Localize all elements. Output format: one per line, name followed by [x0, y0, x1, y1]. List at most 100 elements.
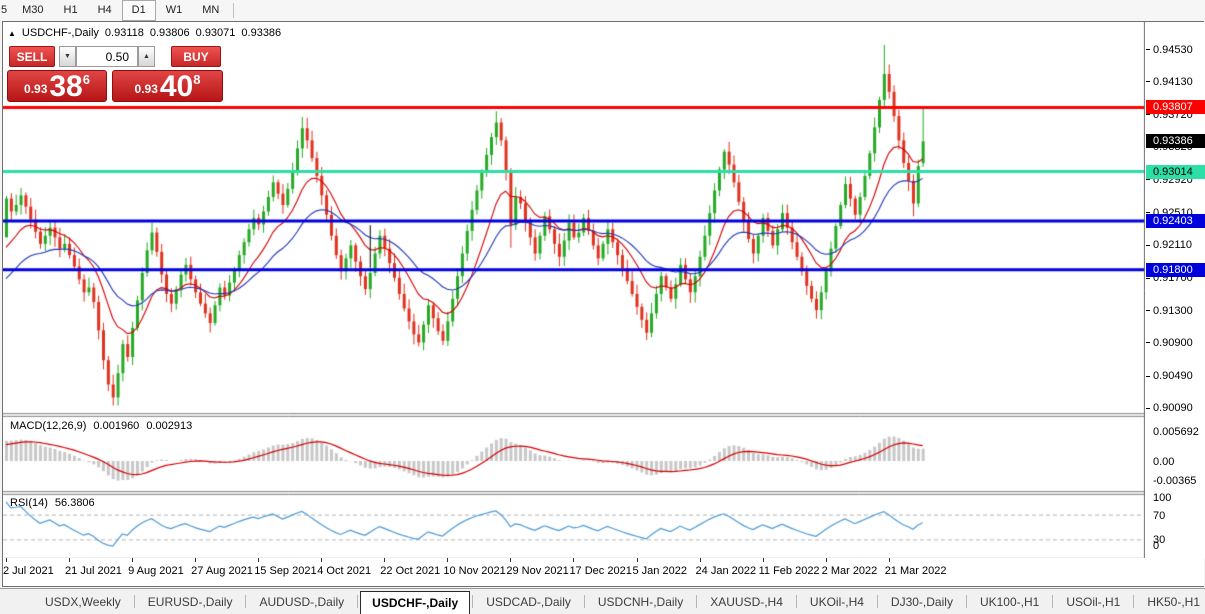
price-level-badge: 0.93014	[1146, 165, 1205, 179]
rsi-name: RSI(14)	[10, 497, 48, 509]
date-tick	[826, 558, 827, 562]
timeframe-button-mn[interactable]: MN	[192, 0, 229, 21]
macd-value: 0.001960	[93, 420, 139, 432]
tab-separator	[1133, 595, 1134, 608]
one-click-trading-panel: SELL ▼ ▲ BUY 0.93 38 6 0.93 40 8	[7, 44, 223, 102]
date-tick	[258, 558, 259, 562]
date-tick	[447, 558, 448, 562]
volume-decrease-button[interactable]: ▼	[59, 46, 76, 67]
tab-separator	[584, 595, 585, 608]
rsi-scale-tick: 70	[1153, 510, 1165, 522]
buy-price-display[interactable]: 0.93 40 8	[112, 70, 223, 102]
price-axis[interactable]: 0.945300.941300.937200.933200.929200.925…	[1146, 22, 1205, 558]
timeframe-button-d1[interactable]: D1	[122, 0, 156, 21]
tab-separator	[877, 595, 878, 608]
sell-price-display[interactable]: 0.93 38 6	[7, 70, 107, 102]
chart-tab-uk100[interactable]: UK100-,H1	[969, 592, 1050, 612]
ohlc-close: 0.93386	[241, 27, 281, 39]
chart-tab-usdx[interactable]: USDX,Weekly	[34, 592, 132, 612]
price-tick: 0.92110	[1146, 240, 1192, 251]
date-label: 10 Nov 2021	[443, 565, 505, 577]
mt4-window: 5M30H1H4D1W1MN ▲ USDCHF-,Daily 0.93118 0…	[0, 0, 1205, 614]
ohlc-high: 0.93806	[150, 27, 190, 39]
date-label: 4 Oct 2021	[317, 565, 371, 577]
chart-tab-ukoil[interactable]: UKOil-,H4	[799, 592, 875, 612]
date-tick	[573, 558, 574, 562]
price-tick: 0.90900	[1146, 337, 1193, 348]
date-label: 22 Oct 2021	[380, 565, 440, 577]
chart-tab-hk50[interactable]: HK50-,H1	[1136, 592, 1205, 612]
macd-scale-tick: 0.005692	[1153, 426, 1199, 438]
chart-tab-xauusd[interactable]: XAUUSD-,H4	[699, 592, 794, 612]
tab-separator	[966, 595, 967, 608]
ohlc-open: 0.93118	[105, 27, 144, 39]
sell-price-big: 38	[49, 73, 82, 100]
date-label: 29 Nov 2021	[506, 565, 568, 577]
sell-price-pip: 6	[83, 72, 90, 87]
date-tick	[889, 558, 890, 562]
date-tick	[69, 558, 70, 562]
volume-input[interactable]	[76, 46, 138, 67]
price-tick: 0.94130	[1146, 76, 1193, 87]
date-tick	[321, 558, 322, 562]
chart-tab-usdcnh[interactable]: USDCNH-,Daily	[587, 592, 694, 612]
date-label: 17 Dec 2021	[569, 565, 631, 577]
ohlc-low: 0.93071	[196, 27, 236, 39]
tab-separator	[796, 595, 797, 608]
date-tick	[195, 558, 196, 562]
date-tick	[637, 558, 638, 562]
buy-price-big: 40	[160, 73, 193, 100]
price-level-badge: 0.93386	[1146, 134, 1205, 148]
tab-separator	[134, 595, 135, 608]
timeframe-button-m30[interactable]: M30	[12, 0, 53, 21]
date-label: 21 Mar 2022	[885, 565, 947, 577]
volume-increase-button[interactable]: ▲	[138, 46, 155, 67]
date-label: 2 Mar 2022	[822, 565, 878, 577]
spin-down-icon: ▼	[64, 53, 71, 60]
buy-button[interactable]: BUY	[171, 46, 221, 67]
timeframe-toolbar: 5M30H1H4D1W1MN	[0, 0, 1205, 21]
chart-tab-usdchf[interactable]: USDCHF-,Daily	[360, 591, 470, 614]
macd-indicator-label: MACD(12,26,9) 0.001960 0.002913	[10, 420, 192, 432]
date-label: 15 Sep 2021	[254, 565, 316, 577]
chart-tab-usdcad[interactable]: USDCAD-,Daily	[475, 592, 582, 612]
price-level-badge: 0.91800	[1146, 263, 1205, 277]
chart-tab-eurusd[interactable]: EURUSD-,Daily	[137, 592, 244, 612]
date-tick	[763, 558, 764, 562]
chart-title: ▲ USDCHF-,Daily 0.93118 0.93806 0.93071 …	[8, 27, 281, 39]
timeframe-button-h4[interactable]: H4	[88, 0, 122, 21]
rsi-scale-tick: 100	[1153, 492, 1171, 504]
date-tick	[132, 558, 133, 562]
chart-tab-usoil[interactable]: USOil-,H1	[1055, 592, 1131, 612]
price-level-badge: 0.93807	[1146, 100, 1205, 114]
date-tick	[700, 558, 701, 562]
tab-separator	[472, 595, 473, 608]
price-tick: 0.94530	[1146, 44, 1193, 55]
sell-button[interactable]: SELL	[9, 46, 55, 67]
timeframe-button-w1[interactable]: W1	[156, 0, 193, 21]
date-label: 11 Feb 2022	[759, 565, 820, 577]
chart-tab-bar: USDX,WeeklyEURUSD-,DailyAUDUSD-,DailyUSD…	[0, 588, 1205, 614]
price-tick: 0.90090	[1146, 403, 1193, 414]
chart-tab-audusd[interactable]: AUDUSD-,Daily	[248, 592, 355, 612]
date-label: 9 Aug 2021	[128, 565, 184, 577]
time-axis[interactable]: 2 Jul 202121 Jul 20219 Aug 202127 Aug 20…	[3, 558, 1204, 586]
toolbar-separator	[233, 3, 234, 18]
tab-separator	[696, 595, 697, 608]
rsi-indicator-label: RSI(14) 56.3806	[10, 497, 95, 509]
timeframe-button-5[interactable]: 5	[0, 0, 12, 21]
chart-tab-dj30[interactable]: DJ30-,Daily	[880, 592, 964, 612]
macd-name: MACD(12,26,9)	[10, 420, 86, 432]
tab-separator	[357, 595, 358, 608]
date-label: 24 Jan 2022	[696, 565, 757, 577]
price-tick: 0.91300	[1146, 305, 1193, 316]
timeframe-button-h1[interactable]: H1	[54, 0, 88, 21]
tab-separator	[1052, 595, 1053, 608]
collapse-trade-panel-icon[interactable]: ▲	[8, 28, 16, 39]
tab-separator	[245, 595, 246, 608]
rsi-scale-tick: 0	[1153, 540, 1159, 552]
price-tick: 0.90490	[1146, 371, 1193, 382]
date-label: 27 Aug 2021	[191, 565, 253, 577]
price-level-badge: 0.92403	[1146, 214, 1205, 228]
date-label: 2 Jul 2021	[3, 565, 54, 577]
